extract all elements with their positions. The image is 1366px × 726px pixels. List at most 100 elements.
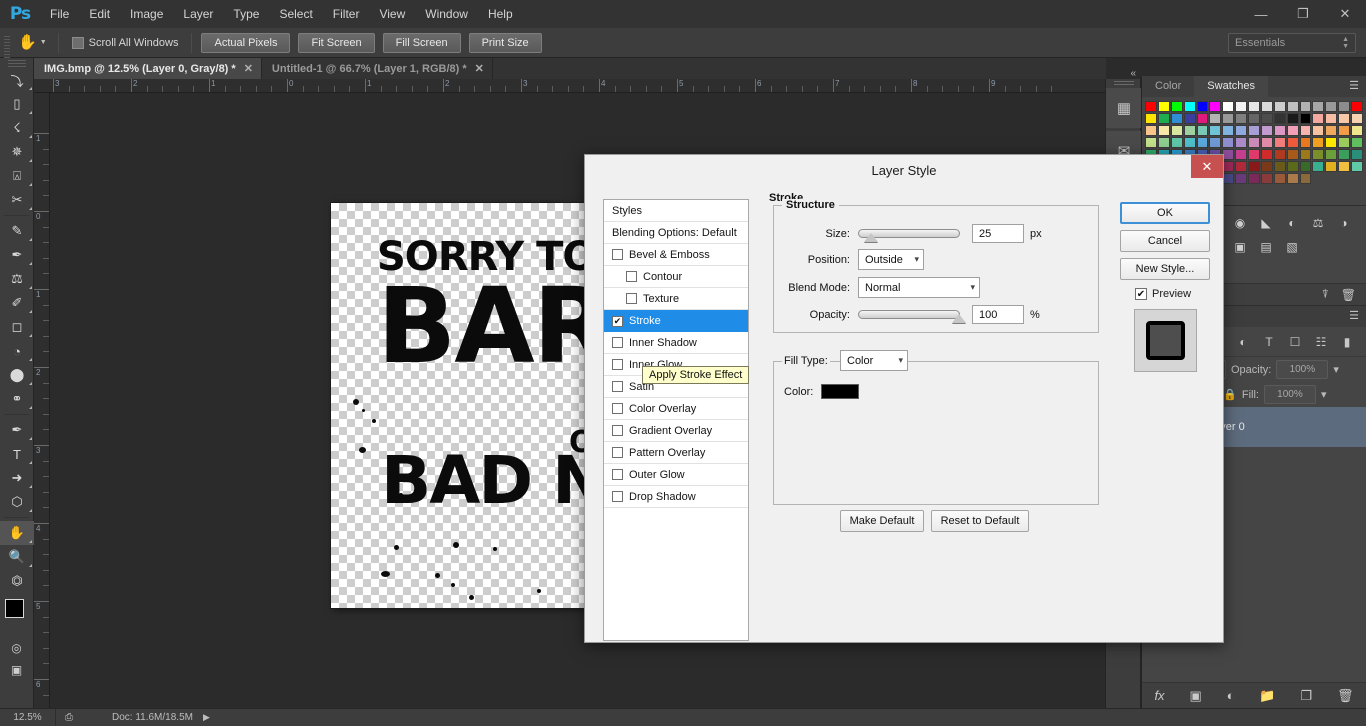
effect-checkbox[interactable] <box>612 403 623 414</box>
lock-all-icon[interactable]: 🔒 <box>1223 388 1237 401</box>
swatch-cell[interactable] <box>1274 113 1286 124</box>
delete-layer-icon[interactable]: 🗑 <box>1337 688 1354 704</box>
swatch-cell[interactable] <box>1171 113 1183 124</box>
swatch-cell[interactable] <box>1222 113 1234 124</box>
vibrance-icon[interactable]: ◣ <box>1256 214 1276 232</box>
crop-tool[interactable]: ⍓ <box>0 164 34 188</box>
size-value-input[interactable]: 25 <box>972 224 1024 243</box>
style-effect-row[interactable]: Color Overlay <box>604 398 748 420</box>
new-adjustment-icon[interactable]: ⍒ <box>1322 287 1329 302</box>
cancel-button[interactable]: Cancel <box>1120 230 1210 252</box>
swatch-cell[interactable] <box>1312 125 1324 136</box>
swatch-cell[interactable] <box>1235 149 1247 160</box>
zoom-tool[interactable]: 🔍 <box>0 545 34 569</box>
blend-mode-select[interactable]: Normal ▾ <box>858 277 980 298</box>
brush-tool[interactable]: ✒ <box>0 243 34 267</box>
swatch-cell[interactable] <box>1222 149 1234 160</box>
ok-button[interactable]: OK <box>1120 202 1210 224</box>
swatch-cell[interactable] <box>1209 113 1221 124</box>
swatch-cell[interactable] <box>1197 125 1209 136</box>
swatch-cell[interactable] <box>1248 101 1260 112</box>
swatch-cell[interactable] <box>1274 173 1286 184</box>
gradient-tool[interactable]: ◔ <box>0 339 34 363</box>
path-selection-tool[interactable]: ➜ <box>0 466 34 490</box>
document-tab-untitled[interactable]: Untitled-1 @ 66.7% (Layer 1, RGB/8) * ✕ <box>262 58 493 79</box>
collapse-panels-icon[interactable]: « <box>1130 68 1136 79</box>
opacity-slider[interactable] <box>858 310 960 319</box>
opacity-slider-thumb[interactable] <box>952 314 966 323</box>
tab-color[interactable]: Color <box>1142 76 1194 97</box>
screen-mode-icon[interactable]: ▣ <box>0 659 33 681</box>
swatch-cell[interactable] <box>1274 137 1286 148</box>
swatch-cell[interactable] <box>1338 113 1350 124</box>
swatch-cell[interactable] <box>1222 161 1234 172</box>
actual-pixels-button[interactable]: Actual Pixels <box>201 33 290 53</box>
fill-type-select[interactable]: Color ▾ <box>840 350 908 371</box>
close-icon[interactable]: ✕ <box>244 62 253 75</box>
make-default-button[interactable]: Make Default <box>840 510 924 532</box>
swatch-cell[interactable] <box>1145 101 1157 112</box>
swatch-cell[interactable] <box>1261 161 1273 172</box>
swatch-cell[interactable] <box>1338 137 1350 148</box>
swatch-cell[interactable] <box>1325 101 1337 112</box>
swatch-cell[interactable] <box>1287 149 1299 160</box>
swatch-cell[interactable] <box>1158 137 1170 148</box>
swatch-cell[interactable] <box>1351 161 1363 172</box>
history-brush-tool[interactable]: ✐ <box>0 291 34 315</box>
new-layer-icon[interactable]: ❐ <box>1300 688 1312 704</box>
swatch-cell[interactable] <box>1235 125 1247 136</box>
current-tool-indicator[interactable]: ✋ ▼ <box>14 28 53 58</box>
swatch-cell[interactable] <box>1300 173 1312 184</box>
menu-window[interactable]: Window <box>415 0 478 28</box>
close-icon[interactable]: ✕ <box>1324 0 1366 28</box>
reset-to-default-button[interactable]: Reset to Default <box>931 510 1029 532</box>
document-icon[interactable]: ⎙ <box>56 712 82 723</box>
swatch-cell[interactable] <box>1209 137 1221 148</box>
chevron-down-icon[interactable]: ▾ <box>1333 363 1339 376</box>
blur-tool[interactable]: ⬤ <box>0 363 34 387</box>
style-effect-row[interactable]: Outer Glow <box>604 464 748 486</box>
swatch-cell[interactable] <box>1287 101 1299 112</box>
swatch-cell[interactable] <box>1300 113 1312 124</box>
swatch-cell[interactable] <box>1325 113 1337 124</box>
swatch-cell[interactable] <box>1171 125 1183 136</box>
minimize-icon[interactable]: — <box>1240 0 1282 28</box>
swatch-cell[interactable] <box>1312 101 1324 112</box>
swatch-cell[interactable] <box>1261 137 1273 148</box>
swatch-cell[interactable] <box>1274 149 1286 160</box>
swatch-cell[interactable] <box>1325 161 1337 172</box>
rail-3d-icon[interactable]: ▦ <box>1106 88 1142 128</box>
swatch-cell[interactable] <box>1158 101 1170 112</box>
swatch-cell[interactable] <box>1248 125 1260 136</box>
spot-healing-brush-tool[interactable]: ✎ <box>0 219 34 243</box>
menu-help[interactable]: Help <box>478 0 523 28</box>
menu-layer[interactable]: Layer <box>173 0 223 28</box>
menu-type[interactable]: Type <box>223 0 269 28</box>
new-group-icon[interactable]: 📁 <box>1259 688 1275 704</box>
swatch-cell[interactable] <box>1274 101 1286 112</box>
menu-view[interactable]: View <box>369 0 415 28</box>
swatch-cell[interactable] <box>1274 125 1286 136</box>
swatch-cell[interactable] <box>1248 149 1260 160</box>
swatch-cell[interactable] <box>1261 113 1273 124</box>
swatch-cell[interactable] <box>1300 161 1312 172</box>
styles-list[interactable]: StylesBlending Options: DefaultBevel & E… <box>603 199 749 641</box>
fill-screen-button[interactable]: Fill Screen <box>383 33 461 53</box>
swatch-cell[interactable] <box>1184 125 1196 136</box>
menu-edit[interactable]: Edit <box>79 0 120 28</box>
size-slider[interactable] <box>858 229 960 238</box>
swatch-cell[interactable] <box>1197 101 1209 112</box>
status-expand-arrow-icon[interactable]: ▶ <box>203 712 210 723</box>
shape-layers-icon[interactable]: ☐ <box>1284 332 1306 351</box>
swatch-cell[interactable] <box>1325 125 1337 136</box>
close-icon[interactable]: ✕ <box>475 62 484 75</box>
swatch-cell[interactable] <box>1287 113 1299 124</box>
size-slider-thumb[interactable] <box>864 233 878 242</box>
style-effect-row[interactable]: Bevel & Emboss <box>604 244 748 266</box>
eyedropper-tool[interactable]: ✂ <box>0 188 34 212</box>
new-adjustment-icon[interactable]: ◐ <box>1227 688 1235 703</box>
swatch-cell[interactable] <box>1338 125 1350 136</box>
menu-image[interactable]: Image <box>120 0 173 28</box>
quick-selection-tool[interactable]: ✵ <box>0 140 34 164</box>
menu-filter[interactable]: Filter <box>323 0 370 28</box>
